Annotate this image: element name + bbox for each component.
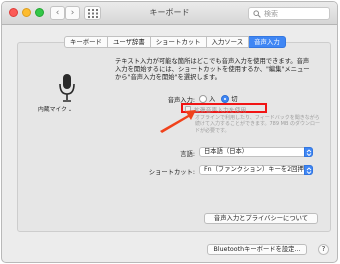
select-stepper xyxy=(304,147,313,157)
bluetooth-keyboard-button[interactable]: Bluetoothキーボードを設定... xyxy=(207,244,307,255)
language-label: 言語: xyxy=(180,151,195,158)
dictation-toggle: 入 切 xyxy=(199,94,244,103)
dictation-on-label: 入 xyxy=(209,96,216,103)
microphone-source-label: 内蔵マイク xyxy=(38,107,67,113)
language-value: 日本語（日本） xyxy=(204,148,249,155)
enhanced-dictation-note: オフラインで利用したり、フィードバックを聞きながら続けて入力することができます。… xyxy=(195,115,320,134)
shortcut-value: Fn（ファンクション）キーを2回押す xyxy=(204,166,311,173)
shortcut-label: ショートカット: xyxy=(148,169,195,176)
tab-input-sources[interactable]: 入力ソース xyxy=(206,36,250,48)
tab-bar: キーボード ユーザ辞書 ショートカット 入力ソース 音声入力 xyxy=(64,36,286,48)
language-select[interactable]: 日本語（日本） xyxy=(199,147,313,157)
search-icon xyxy=(253,10,261,18)
red-arrow-icon xyxy=(160,110,196,133)
help-button[interactable]: ? xyxy=(318,244,329,255)
dictation-off-radio[interactable] xyxy=(221,94,230,103)
dictation-on-radio[interactable] xyxy=(199,94,207,103)
tab-dictation[interactable]: 音声入力 xyxy=(249,36,286,48)
updown-chevron-icon xyxy=(306,167,312,174)
preferences-window: ‹ › キーボード 検索 内蔵マイク⌄ テキスト入力が可能な箇所はどこでも音声入… xyxy=(1,1,338,263)
dictation-panel: 内蔵マイク⌄ テキスト入力が可能な箇所はどこでも音声入力を使用できます。音声入力… xyxy=(17,42,331,232)
updown-chevron-icon xyxy=(306,149,312,156)
tab-keyboard[interactable]: キーボード xyxy=(64,36,108,48)
microphone-source-menu[interactable]: 内蔵マイク⌄ xyxy=(38,104,72,113)
tab-shortcuts[interactable]: ショートカット xyxy=(150,36,207,48)
dictation-off-label: 切 xyxy=(231,96,238,103)
privacy-button[interactable]: 音声入力とプライバシーについて xyxy=(204,213,318,224)
chevron-down-icon: ⌄ xyxy=(67,107,73,113)
shortcut-select[interactable]: Fn（ファンクション）キーを2回押す xyxy=(199,165,313,175)
title-bar: ‹ › キーボード xyxy=(2,2,337,25)
dictation-description: テキスト入力が可能な箇所はどこでも音声入力を使用できます。音声入力を開始するには… xyxy=(115,58,310,82)
search-input[interactable] xyxy=(264,9,328,19)
search-field[interactable] xyxy=(248,7,330,20)
select-stepper xyxy=(304,165,313,175)
tab-user-dictionary[interactable]: ユーザ辞書 xyxy=(107,36,151,48)
enhanced-dictation-label: 拡張音声入力を使用 xyxy=(194,108,247,114)
microphone-icon xyxy=(59,74,75,102)
